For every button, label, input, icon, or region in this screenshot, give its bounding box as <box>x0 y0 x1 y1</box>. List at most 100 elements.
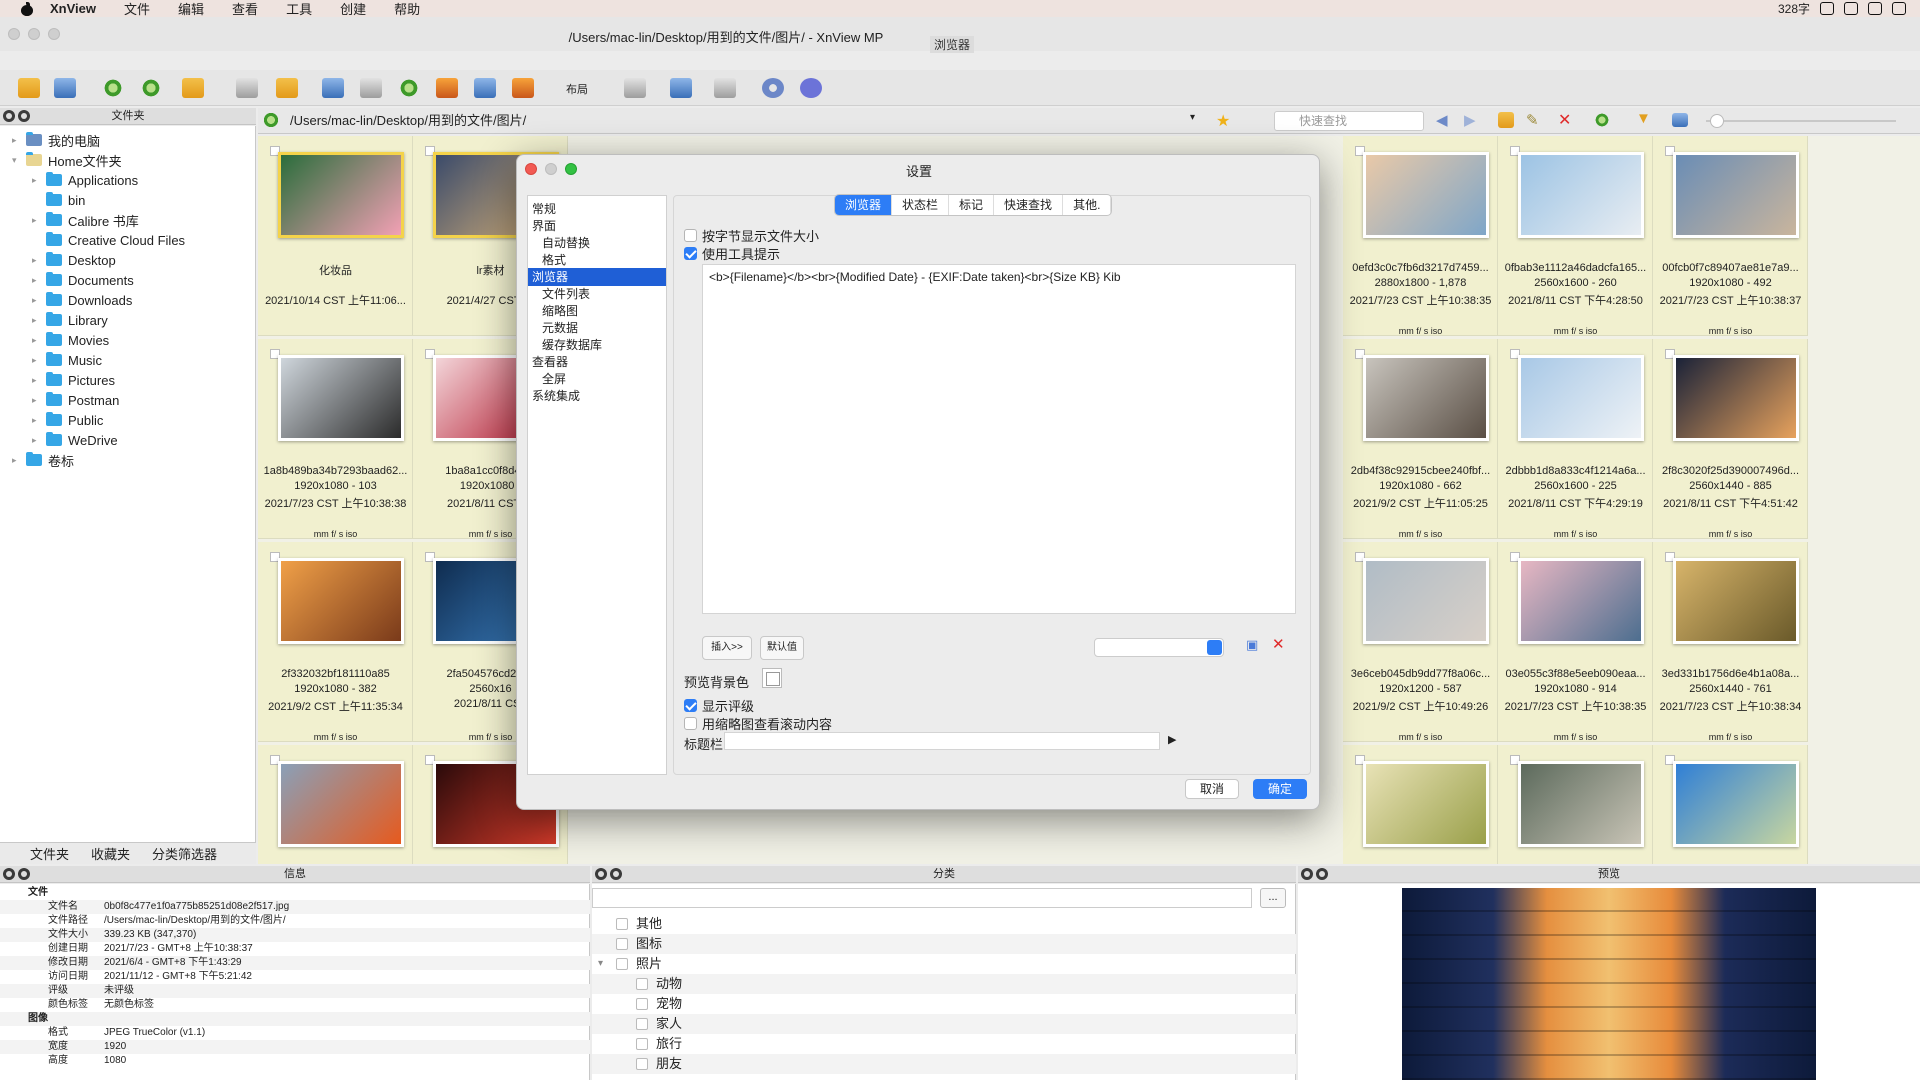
settings-nav-item[interactable]: 查看器 <box>528 353 666 371</box>
checkbox[interactable] <box>684 717 697 730</box>
capture-icon[interactable] <box>474 78 496 98</box>
delete-preset-icon[interactable]: ✕ <box>1272 635 1285 653</box>
settings-tab[interactable]: 状态栏 <box>892 195 950 215</box>
menu-tools[interactable]: 工具 <box>286 0 312 18</box>
thumbnail-cell[interactable]: 3ed331b1756d6e4b1a08a... 2560x1440 - 761 2… <box>1653 542 1808 742</box>
slideshow-icon[interactable] <box>436 78 458 98</box>
tree-icon[interactable] <box>714 78 736 98</box>
thumbnail-cell[interactable]: 03e055c3f88e5eeb090eaa... 1920x1080 - 914… <box>1498 542 1653 742</box>
checkbox[interactable] <box>684 247 697 260</box>
input-method-icon[interactable] <box>1868 2 1882 15</box>
settings-tab[interactable]: 快速查找 <box>994 195 1064 215</box>
close-panel-icon[interactable] <box>1301 868 1313 880</box>
thumbnail-cell[interactable]: 3e6ceb045db9dd77f8a06c... 1920x1200 - 587… <box>1343 542 1498 742</box>
thumbnail-image[interactable] <box>1518 558 1644 644</box>
category-checkbox[interactable] <box>636 1038 648 1050</box>
category-checkbox[interactable] <box>636 978 648 990</box>
category-item[interactable]: 旅行 <box>592 1034 1296 1054</box>
folder-tree-item[interactable]: ▸ Library <box>32 310 108 330</box>
thumbnail-image[interactable] <box>1673 761 1799 847</box>
thumbnail-image[interactable] <box>1673 558 1799 644</box>
menu-app[interactable]: XnView <box>50 1 96 16</box>
folder-tree-item[interactable]: ▸ Public <box>32 410 103 430</box>
chevron-right-icon[interactable]: ▸ <box>32 335 42 346</box>
settings-nav-item[interactable]: 文件列表 <box>528 285 666 303</box>
filter-icon[interactable]: ▼ <box>1636 110 1651 127</box>
thumbnail-cell[interactable]: 化妆品 2021/10/14 CST 上午11:06... <box>258 136 413 336</box>
nav-forward-icon[interactable]: ▶ <box>1464 111 1476 129</box>
folder-tree-item[interactable]: ▾ Home文件夹 <box>12 150 122 170</box>
open-folder-icon[interactable] <box>18 78 40 98</box>
print-icon[interactable] <box>360 78 382 98</box>
category-item[interactable]: ▾ 照片 <box>592 954 1296 974</box>
chevron-right-icon[interactable]: ▸ <box>32 435 42 446</box>
settings-nav-item[interactable]: 全屏 <box>528 370 666 388</box>
nav-back-icon[interactable]: ◀ <box>1436 111 1448 129</box>
export-icon[interactable] <box>276 78 298 98</box>
checkbox[interactable] <box>684 229 697 242</box>
default-button[interactable]: 默认值 <box>760 636 804 660</box>
play-arrow-icon[interactable]: ▶ <box>1168 733 1176 746</box>
gear-icon[interactable] <box>762 78 784 98</box>
chevron-right-icon[interactable]: ▸ <box>12 135 22 146</box>
thumbnail-image[interactable] <box>1518 152 1644 238</box>
thumbnail-image[interactable] <box>278 152 404 238</box>
thumbnail-image[interactable] <box>1363 558 1489 644</box>
tag-icon[interactable] <box>1594 112 1610 128</box>
save-icon[interactable]: ▣ <box>1246 637 1258 653</box>
float-panel-icon[interactable] <box>610 868 622 880</box>
ok-button[interactable]: 确定 <box>1253 779 1307 799</box>
batch-icon[interactable] <box>512 78 534 98</box>
chevron-right-icon[interactable]: ▸ <box>32 395 42 406</box>
close-panel-icon[interactable] <box>3 110 15 122</box>
float-panel-icon[interactable] <box>18 110 30 122</box>
menu-file[interactable]: 文件 <box>124 0 150 18</box>
category-checkbox[interactable] <box>616 918 628 930</box>
thumbnail-cell[interactable]: 0efd3c0c7fb6d3217d7459... 2880x1800 - 1,8… <box>1343 136 1498 336</box>
checkbox[interactable] <box>684 699 697 712</box>
close-panel-icon[interactable] <box>595 868 607 880</box>
parent-folder-icon[interactable] <box>1498 112 1514 128</box>
grid-view-icon[interactable] <box>1672 113 1688 127</box>
binoculars-icon[interactable] <box>322 78 344 98</box>
thumbnail-cell[interactable]: 00fcb0f7c89407ae81e7a9... 1920x1080 - 492… <box>1653 136 1808 336</box>
thumbnail-image[interactable] <box>1518 761 1644 847</box>
sync-icon[interactable] <box>140 78 162 98</box>
folder-tree-item[interactable]: ▸ WeDrive <box>32 430 118 450</box>
chevron-right-icon[interactable]: ▸ <box>32 275 42 286</box>
folder-tree-item[interactable]: ▸ Documents <box>32 270 134 290</box>
category-checkbox[interactable] <box>636 1058 648 1070</box>
thumbnail-image[interactable] <box>278 558 404 644</box>
settings-nav-item[interactable]: 自动替换 <box>528 234 666 252</box>
settings-nav-item[interactable]: 浏览器 <box>528 268 666 286</box>
chevron-right-icon[interactable]: ▸ <box>32 215 42 226</box>
menu-edit[interactable]: 编辑 <box>178 0 204 18</box>
folder-tree-item[interactable]: Creative Cloud Files <box>32 230 185 250</box>
float-panel-icon[interactable] <box>18 868 30 880</box>
settings-nav-item[interactable]: 元数据 <box>528 319 666 337</box>
thumbnail-image[interactable] <box>1518 355 1644 441</box>
thumbnail-image[interactable] <box>278 761 404 847</box>
view-mode-icon[interactable] <box>670 78 692 98</box>
close-panel-icon[interactable] <box>3 868 15 880</box>
category-item[interactable]: 其他 <box>592 914 1296 934</box>
window-tab-browser[interactable]: 浏览器 <box>930 36 975 53</box>
preview-bg-color-swatch[interactable] <box>762 668 782 688</box>
chevron-right-icon[interactable]: ▸ <box>32 315 42 326</box>
settings-nav-item[interactable]: 缩略图 <box>528 302 666 320</box>
settings-tab[interactable]: 其他. <box>1063 195 1112 215</box>
chevron-right-icon[interactable]: ▸ <box>12 455 22 466</box>
category-item[interactable]: 图标 <box>592 934 1296 954</box>
thumbnail-cell[interactable] <box>1343 745 1498 864</box>
delete-icon[interactable]: ✕ <box>1558 110 1571 130</box>
fullscreen-icon[interactable] <box>54 78 76 98</box>
settings-tab[interactable]: 浏览器 <box>835 195 893 215</box>
cancel-button[interactable]: 取消 <box>1185 779 1239 799</box>
chevron-right-icon[interactable]: ▸ <box>32 415 42 426</box>
thumbnail-cell[interactable]: 2db4f38c92915cbee240fbf... 1920x1080 - 66… <box>1343 339 1498 539</box>
option-show-rating[interactable]: 显示评级 <box>684 696 754 715</box>
settings-nav-item[interactable]: 常规 <box>528 200 666 218</box>
chevron-down-icon[interactable]: ▾ <box>12 155 22 166</box>
menu-help[interactable]: 帮助 <box>394 0 420 18</box>
menu-create[interactable]: 创建 <box>340 0 366 18</box>
